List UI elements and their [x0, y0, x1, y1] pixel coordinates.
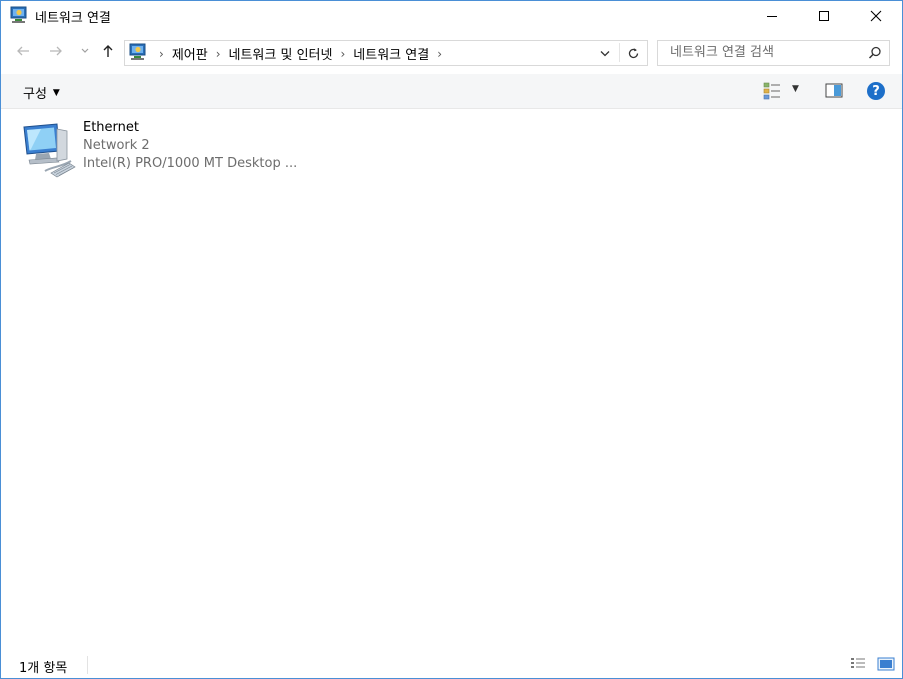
- close-icon: [870, 10, 882, 22]
- search-input[interactable]: [658, 41, 870, 63]
- ethernet-adapter-icon: [23, 123, 76, 178]
- breadcrumb-separator-icon[interactable]: ›: [340, 47, 345, 61]
- search-box[interactable]: [657, 40, 890, 66]
- window-title: 네트워크 연결: [35, 11, 111, 26]
- control-panel-icon: [129, 43, 146, 60]
- navigation-bar: › 제어판 › 네트워크 및 인터넷 › 네트워크 연결 ›: [1, 37, 902, 67]
- status-bar: 1개 항목: [1, 650, 902, 678]
- breadcrumb-item-network-internet[interactable]: 네트워크 및 인터넷: [229, 44, 333, 63]
- up-button[interactable]: [98, 41, 118, 61]
- minimize-icon: [767, 16, 777, 17]
- arrow-right-icon: [50, 46, 62, 56]
- item-count: 1개 항목: [19, 661, 68, 676]
- refresh-button[interactable]: [623, 43, 643, 63]
- item-name: Ethernet: [83, 120, 139, 135]
- refresh-icon: [628, 47, 638, 58]
- explorer-window: 네트워크 연결 › 제어판 › 네트워크 및 인터넷 › 네트워크 연결 › 네…: [0, 0, 903, 679]
- view-options-caret-icon[interactable]: ▼: [792, 84, 799, 94]
- item-network: Network 2: [83, 138, 150, 153]
- organize-label: 구성: [23, 87, 47, 102]
- chevron-down-icon: [600, 50, 610, 56]
- breadcrumb-separator-icon[interactable]: ›: [437, 47, 442, 61]
- address-history-button[interactable]: [595, 43, 615, 63]
- chevron-down-icon: [81, 48, 89, 53]
- details-view-icon[interactable]: [850, 657, 866, 671]
- command-bar: 구성 ▼ ▼ ?: [1, 74, 902, 109]
- breadcrumb-separator-icon[interactable]: ›: [216, 47, 221, 61]
- breadcrumb: › 제어판 › 네트워크 및 인터넷 › 네트워크 연결 ›: [151, 44, 450, 64]
- status-divider: [87, 656, 88, 674]
- organize-button[interactable]: 구성 ▼: [23, 83, 60, 102]
- forward-button[interactable]: [46, 41, 66, 61]
- item-adapter: Intel(R) PRO/1000 MT Desktop ...: [83, 156, 298, 171]
- file-list: Ethernet Network 2 Intel(R) PRO/1000 MT …: [1, 109, 902, 649]
- maximize-button[interactable]: [801, 1, 847, 31]
- breadcrumb-item-network-connections[interactable]: 네트워크 연결: [353, 44, 429, 63]
- maximize-icon: [819, 11, 829, 21]
- help-button[interactable]: ?: [867, 82, 885, 100]
- arrow-left-icon: [17, 46, 29, 56]
- close-button[interactable]: [853, 1, 899, 31]
- caret-down-icon: ▼: [52, 87, 60, 98]
- list-item[interactable]: Ethernet Network 2 Intel(R) PRO/1000 MT …: [21, 117, 311, 181]
- preview-pane-icon[interactable]: [825, 83, 843, 99]
- change-view-icon[interactable]: [762, 81, 782, 101]
- breadcrumb-item-control-panel[interactable]: 제어판: [172, 44, 208, 63]
- search-icon[interactable]: [866, 44, 884, 62]
- back-button[interactable]: [13, 41, 33, 61]
- breadcrumb-separator-icon[interactable]: ›: [159, 47, 164, 61]
- network-connections-icon: [10, 6, 27, 23]
- address-divider: [619, 43, 620, 62]
- arrow-up-icon: [103, 45, 113, 57]
- title-bar[interactable]: 네트워크 연결: [1, 1, 902, 31]
- large-icons-view-icon[interactable]: [877, 657, 895, 671]
- item-details: Ethernet Network 2 Intel(R) PRO/1000 MT …: [83, 119, 297, 173]
- address-bar[interactable]: › 제어판 › 네트워크 및 인터넷 › 네트워크 연결 ›: [124, 40, 648, 66]
- recent-locations-button[interactable]: [75, 41, 95, 61]
- minimize-button[interactable]: [749, 1, 795, 31]
